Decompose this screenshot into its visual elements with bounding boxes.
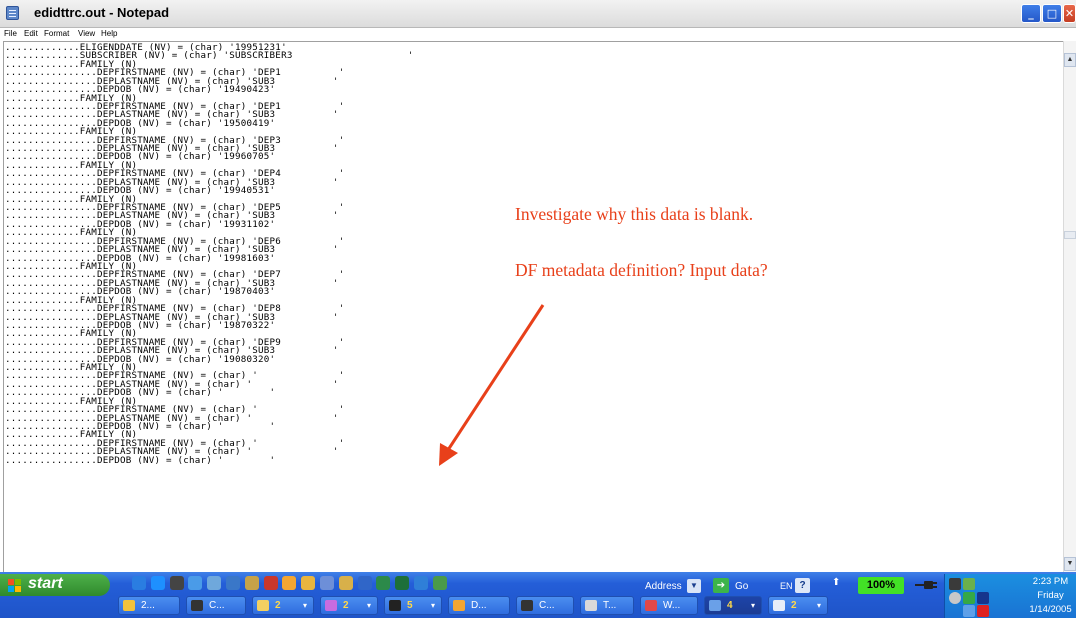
shield-icon[interactable]: [963, 605, 975, 617]
terminal-icon: [191, 600, 203, 611]
folder-icon[interactable]: [301, 576, 316, 590]
language-indicator[interactable]: EN: [780, 581, 793, 591]
annotation-arrow-icon: [439, 304, 545, 466]
menu-view[interactable]: View: [78, 29, 95, 38]
people-icon[interactable]: [244, 576, 259, 590]
scroll-thumb[interactable]: [1064, 231, 1076, 239]
task-button[interactable]: T...: [580, 596, 634, 615]
messenger-icon[interactable]: [963, 592, 975, 604]
dropdown-arrow-icon: ▾: [302, 601, 307, 610]
dropdown-arrow-icon: ▾: [430, 601, 435, 610]
alert-icon[interactable]: [977, 605, 989, 617]
menu-edit[interactable]: Edit: [24, 29, 38, 38]
task-label: W...: [663, 600, 681, 611]
triangle-icon[interactable]: [263, 576, 278, 590]
annotation-text-1: Investigate why this data is blank.: [515, 204, 754, 224]
dropdown-arrow-icon: ▾: [750, 601, 755, 610]
task-group-count: 2: [791, 600, 797, 611]
notepad-icon[interactable]: [6, 6, 19, 20]
close-button[interactable]: ✕: [1063, 4, 1076, 23]
word-icon[interactable]: [357, 576, 372, 590]
power-plug-icon[interactable]: [915, 581, 937, 589]
task-label: D...: [471, 600, 487, 611]
chart-icon[interactable]: [376, 576, 391, 590]
people-icon: [645, 600, 657, 611]
start-label: start: [28, 575, 63, 592]
pin-icon[interactable]: ⬆: [832, 577, 840, 588]
info-icon[interactable]: [977, 592, 989, 604]
sun-icon: [453, 600, 465, 611]
console-icon: [389, 600, 401, 611]
text-line: ................DEPDOB (NV) = (char) ' ': [5, 454, 276, 466]
task-label: T...: [603, 600, 617, 611]
go-label[interactable]: Go: [735, 581, 748, 592]
task-group-count: 2: [275, 600, 281, 611]
arrow-left-icon[interactable]: [949, 592, 961, 604]
task-button[interactable]: 2 ▾: [768, 596, 828, 615]
address-label: Address: [645, 581, 682, 592]
help-icon[interactable]: ?: [795, 578, 810, 593]
task-button[interactable]: 4 ▾: [704, 596, 762, 615]
globe-icon[interactable]: [432, 576, 447, 590]
task-label: C...: [209, 600, 225, 611]
maximize-button[interactable]: □: [1042, 4, 1062, 23]
menu-bar: File Edit Format View Help: [0, 28, 1076, 41]
address-dropdown-icon[interactable]: ▼: [687, 579, 701, 593]
vertical-scrollbar[interactable]: ▲ ▼: [1063, 41, 1076, 572]
window-title: edidttrc.out - Notepad: [34, 5, 170, 20]
search-icon[interactable]: [226, 576, 240, 590]
task-group-count: 5: [407, 600, 413, 611]
clock-day[interactable]: Friday: [1025, 590, 1076, 601]
task-button[interactable]: 2 ▾: [320, 596, 378, 615]
notepad-icon[interactable]: [207, 576, 222, 590]
task-label: C...: [539, 600, 555, 611]
go-button[interactable]: ➔: [713, 578, 729, 593]
zoom-indicator[interactable]: 100%: [858, 577, 904, 594]
mail-icon[interactable]: [395, 576, 410, 590]
package-icon[interactable]: [320, 576, 334, 590]
terminal-icon: [521, 600, 533, 611]
task-button[interactable]: C...: [186, 596, 246, 615]
globe-icon: [325, 600, 337, 611]
window-icon: [709, 600, 721, 611]
emoticon-icon: [123, 600, 135, 611]
task-group-count: 4: [727, 600, 733, 611]
terminal-icon[interactable]: [169, 576, 184, 590]
paint-icon[interactable]: [414, 576, 428, 590]
notepad-icon: [773, 600, 785, 611]
menu-help[interactable]: Help: [101, 29, 117, 38]
task-button[interactable]: C...: [516, 596, 574, 615]
scroll-up-icon[interactable]: ▲: [1064, 53, 1076, 67]
dropdown-arrow-icon: ▾: [816, 601, 821, 610]
monitor-icon[interactable]: [949, 578, 961, 590]
annotation-text-2: DF metadata definition? Input data?: [515, 260, 768, 280]
windows-logo-icon: [8, 579, 21, 592]
sun-icon[interactable]: [282, 576, 297, 590]
folder-icon: [257, 600, 269, 611]
minimize-button[interactable]: _: [1021, 4, 1041, 23]
document-icon: [585, 600, 597, 611]
clock-time[interactable]: 2:23 PM: [1025, 576, 1076, 587]
dropdown-arrow-icon: ▾: [366, 601, 371, 610]
scroll-down-icon[interactable]: ▼: [1064, 557, 1076, 571]
task-group-count: 2: [343, 600, 349, 611]
menu-file[interactable]: File: [4, 29, 17, 38]
task-button[interactable]: 2...: [118, 596, 180, 615]
network-icon[interactable]: [338, 576, 353, 590]
task-label: 2...: [141, 600, 155, 611]
task-button[interactable]: 5 ▾: [384, 596, 442, 615]
task-button[interactable]: D...: [448, 596, 510, 615]
explorer-icon[interactable]: [188, 576, 203, 590]
menu-format[interactable]: Format: [44, 29, 69, 38]
task-button[interactable]: 2 ▾: [252, 596, 314, 615]
task-button[interactable]: W...: [640, 596, 698, 615]
network-icon[interactable]: [963, 578, 975, 590]
taskbar: start Address ▼ ➔ Go EN ? ⬆ 100% 2:23 PM…: [0, 572, 1076, 618]
ie-icon[interactable]: [132, 576, 146, 590]
browser-icon[interactable]: [150, 576, 165, 590]
window-title-bar[interactable]: edidttrc.out - Notepad _ □ ✕: [0, 0, 1076, 28]
clock-date[interactable]: 1/14/2005: [1025, 604, 1076, 615]
start-button[interactable]: start: [0, 574, 110, 596]
